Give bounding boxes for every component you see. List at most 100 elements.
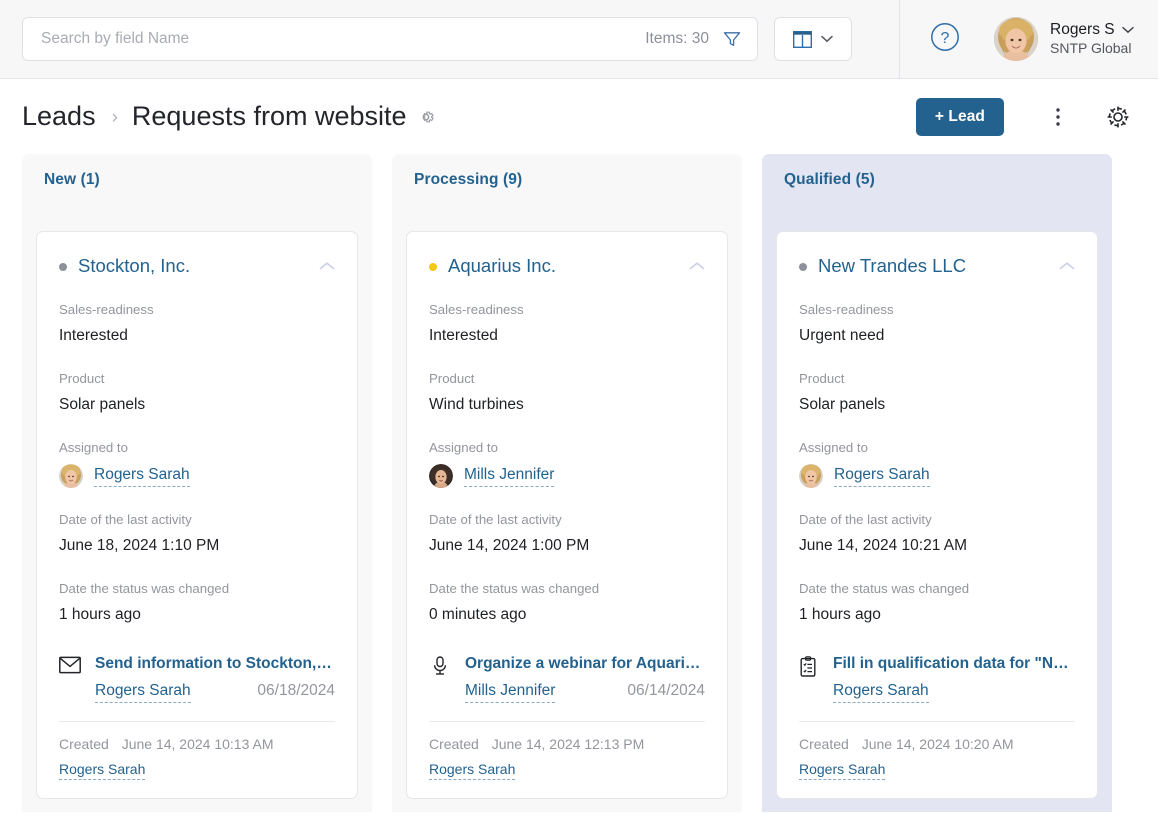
- field-label: Sales-readiness: [799, 302, 894, 318]
- envelope-icon: [59, 656, 81, 679]
- task-date: 06/18/2024: [257, 681, 335, 699]
- created-label: Created: [59, 736, 109, 752]
- field-assigned-to: Assigned to: [59, 439, 335, 489]
- avatar: [994, 17, 1038, 61]
- lead-card[interactable]: Stockton, Inc. Sales-readiness Intereste…: [36, 231, 358, 799]
- kebab-menu-icon[interactable]: [1040, 99, 1076, 135]
- task-assignee-link[interactable]: Rogers Sarah: [95, 682, 191, 703]
- field-label: Date the status was changed: [799, 581, 970, 597]
- column-title: Qualified (5): [784, 171, 875, 188]
- card-footer: Created June 14, 2024 12:13 PM Rogers Sa…: [429, 721, 705, 798]
- field-label: Assigned to: [59, 439, 128, 455]
- field-last-activity: Date of the last activity June 14, 2024 …: [799, 511, 1075, 557]
- header-divider: [899, 0, 900, 79]
- search-bar[interactable]: Items: 30: [22, 17, 758, 61]
- field-status-changed: Date the status was changed 0 minutes ag…: [429, 580, 705, 626]
- created-date: June 14, 2024 10:20 AM: [861, 736, 1014, 752]
- field-label: Product: [429, 370, 475, 386]
- chevron-down-icon[interactable]: [1121, 20, 1134, 39]
- field-value: June 14, 2024 1:00 PM: [429, 537, 590, 555]
- field-sales-readiness: Sales-readiness Interested: [429, 301, 705, 347]
- status-dot: [59, 263, 67, 271]
- task-title[interactable]: Organize a webinar for Aquarius Inc.: [465, 654, 705, 674]
- task-item[interactable]: Organize a webinar for Aquarius Inc. Mil…: [429, 654, 705, 703]
- field-sales-readiness: Sales-readiness Interested: [59, 301, 335, 347]
- title-actions: + Lead: [915, 79, 1136, 154]
- kanban-view-icon: [792, 30, 813, 48]
- view-mode-button[interactable]: [774, 17, 852, 61]
- page-title-bar: Leads › Requests from website + Lead: [0, 79, 1158, 154]
- task-item[interactable]: Fill in qualification data for "New Tra……: [799, 654, 1075, 703]
- lead-company-link[interactable]: Stockton, Inc.: [78, 254, 311, 278]
- field-last-activity: Date of the last activity June 14, 2024 …: [429, 511, 705, 557]
- field-value: Solar panels: [59, 395, 146, 413]
- field-value: 1 hours ago: [59, 605, 141, 623]
- created-label: Created: [799, 736, 849, 752]
- field-label: Sales-readiness: [59, 302, 154, 318]
- created-by-link[interactable]: Rogers Sarah: [59, 761, 146, 780]
- status-dot: [799, 263, 807, 271]
- field-value: Solar panels: [799, 395, 886, 413]
- field-value: Interested: [59, 326, 128, 344]
- help-icon[interactable]: ?: [930, 22, 960, 52]
- task-title[interactable]: Send information to Stockton, Inc.: [95, 654, 335, 674]
- field-assigned-to: Assigned to: [799, 439, 1075, 489]
- created-date: June 14, 2024 12:13 PM: [491, 736, 645, 752]
- gear-icon[interactable]: [416, 107, 436, 132]
- assignee-link[interactable]: Mills Jennifer: [464, 466, 555, 487]
- microphone-icon: [429, 656, 451, 681]
- field-label: Sales-readiness: [429, 302, 524, 318]
- field-status-changed: Date the status was changed 1 hours ago: [799, 580, 1075, 626]
- task-assignee-link[interactable]: Rogers Sarah: [833, 682, 929, 703]
- avatar: [799, 464, 823, 489]
- kanban-column-processing[interactable]: Processing (9) Aquarius Inc. Sales-readi…: [392, 154, 742, 812]
- kanban-board: New (1) Stockton, Inc. Sales-readiness I…: [0, 154, 1158, 812]
- top-bar: Items: 30 ?: [0, 0, 1158, 79]
- chevron-up-icon[interactable]: [689, 258, 705, 276]
- clipboard-checklist-icon: [799, 656, 819, 683]
- card-footer: Created June 14, 2024 10:13 AM Rogers Sa…: [59, 721, 335, 798]
- field-label: Date of the last activity: [429, 512, 562, 528]
- user-org: SNTP Global: [1050, 40, 1132, 57]
- avatar: [59, 464, 83, 489]
- created-by-link[interactable]: Rogers Sarah: [799, 761, 886, 780]
- field-label: Assigned to: [799, 439, 868, 455]
- card-header: Aquarius Inc.: [429, 254, 705, 278]
- field-product: Product Solar panels: [59, 370, 335, 416]
- assignee-link[interactable]: Rogers Sarah: [834, 466, 930, 487]
- field-status-changed: Date the status was changed 1 hours ago: [59, 580, 335, 626]
- search-input[interactable]: [39, 29, 646, 49]
- funnel-icon[interactable]: [721, 28, 743, 50]
- chevron-up-icon[interactable]: [319, 258, 335, 276]
- lead-company-link[interactable]: New Trandes LLC: [818, 254, 1051, 278]
- task-date: 06/14/2024: [627, 681, 705, 699]
- field-label: Date the status was changed: [429, 581, 600, 597]
- kanban-column-qualified[interactable]: Qualified (5) New Trandes LLC Sales-read…: [762, 154, 1112, 812]
- column-title: Processing (9): [414, 171, 523, 188]
- task-item[interactable]: Send information to Stockton, Inc. Roger…: [59, 654, 335, 703]
- field-value: 1 hours ago: [799, 605, 881, 623]
- user-menu[interactable]: Rogers S SNTP Global: [994, 17, 1134, 61]
- field-sales-readiness: Sales-readiness Urgent need: [799, 301, 1075, 347]
- breadcrumb-leads[interactable]: Leads: [22, 101, 96, 132]
- add-lead-button[interactable]: + Lead: [915, 97, 1004, 136]
- field-value: June 18, 2024 1:10 PM: [59, 537, 220, 555]
- field-product: Product Wind turbines: [429, 370, 705, 416]
- lead-company-link[interactable]: Aquarius Inc.: [448, 254, 681, 278]
- field-value: June 14, 2024 10:21 AM: [799, 537, 968, 555]
- chevron-up-icon[interactable]: [1059, 258, 1075, 276]
- lead-card[interactable]: Aquarius Inc. Sales-readiness Interested…: [406, 231, 728, 799]
- task-assignee-link[interactable]: Mills Jennifer: [465, 682, 556, 703]
- lead-card[interactable]: New Trandes LLC Sales-readiness Urgent n…: [776, 231, 1098, 799]
- kanban-column-new[interactable]: New (1) Stockton, Inc. Sales-readiness I…: [22, 154, 372, 812]
- card-header: New Trandes LLC: [799, 254, 1075, 278]
- field-last-activity: Date of the last activity June 18, 2024 …: [59, 511, 335, 557]
- user-identity: Rogers S SNTP Global: [1050, 20, 1134, 58]
- created-by-link[interactable]: Rogers Sarah: [429, 761, 516, 780]
- task-title[interactable]: Fill in qualification data for "New Tra…: [833, 654, 1075, 674]
- assignee-link[interactable]: Rogers Sarah: [94, 466, 190, 487]
- field-assigned-to: Assigned to: [429, 439, 705, 489]
- settings-gear-icon[interactable]: [1100, 99, 1136, 135]
- chevron-down-icon: [821, 30, 833, 48]
- field-product: Product Solar panels: [799, 370, 1075, 416]
